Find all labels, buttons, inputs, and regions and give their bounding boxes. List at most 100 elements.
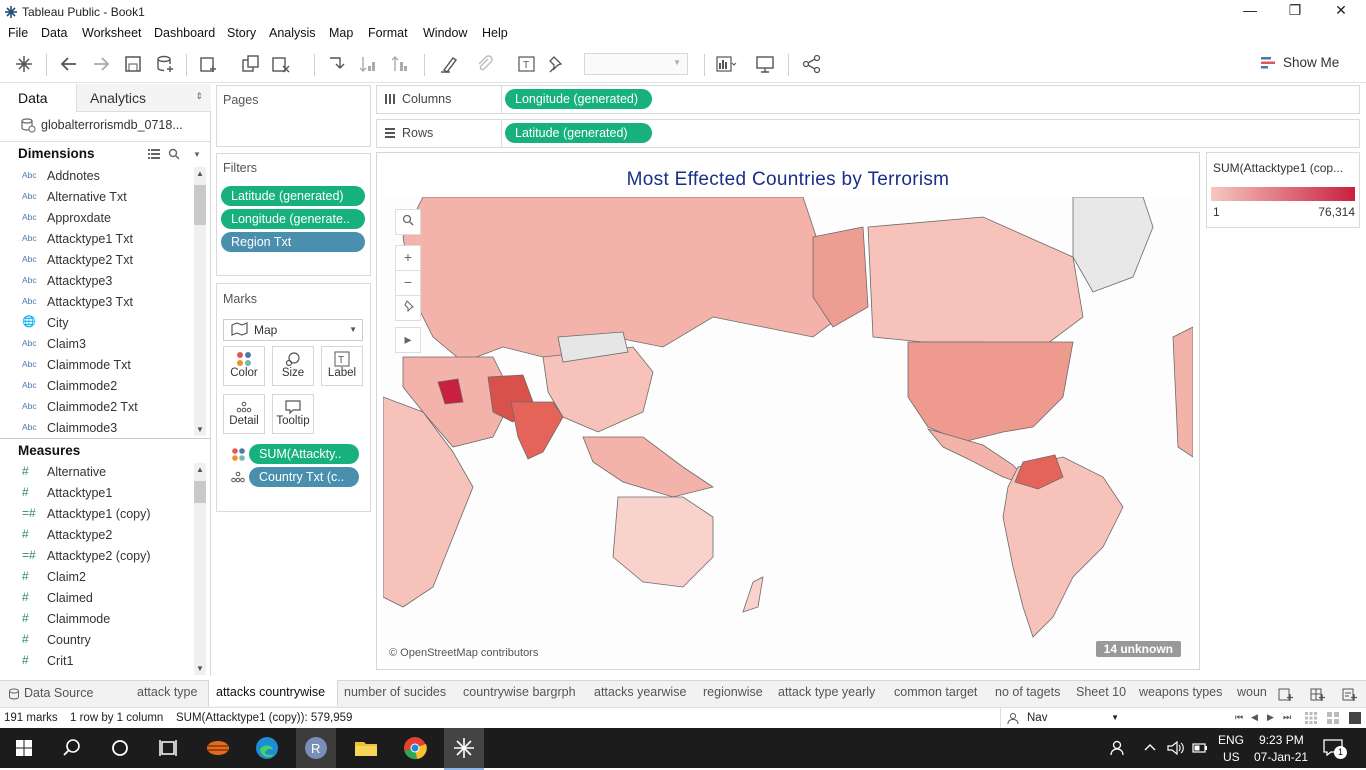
menu-data[interactable]: Data <box>41 26 67 40</box>
dimensions-scrollbar[interactable]: ▲ ▼ <box>194 167 206 436</box>
menu-worksheet[interactable]: Worksheet <box>82 26 142 40</box>
share-icon[interactable] <box>801 54 823 74</box>
first-sheet-icon[interactable]: ⏮ <box>1235 712 1243 723</box>
battery-icon[interactable] <box>1192 742 1208 754</box>
language-primary[interactable]: ENG <box>1218 733 1244 747</box>
prev-sheet-icon[interactable]: ◀ <box>1251 712 1258 723</box>
show-hidden-icons[interactable] <box>1144 742 1156 752</box>
measure-field-item[interactable]: =# Attacktype1 (copy) <box>0 505 193 526</box>
marks-pill-country[interactable]: Country Txt (c.. <box>249 467 359 487</box>
highlight-icon[interactable] <box>438 54 460 74</box>
zoom-out-button[interactable]: − <box>395 270 421 296</box>
sheet-tab-attack-type-yearly[interactable]: attack type yearly <box>778 685 875 699</box>
sheet-tab-attack-type[interactable]: attack type <box>137 685 197 699</box>
sheet-tab-countrywise-bargrph[interactable]: countrywise bargrph <box>463 685 576 699</box>
view-list-icon[interactable] <box>148 148 160 159</box>
new-worksheet-icon[interactable] <box>198 54 220 74</box>
r-app-taskbar[interactable]: R <box>296 728 336 768</box>
dimensions-menu-icon[interactable]: ▼ <box>193 150 201 159</box>
sheet-tab-number-of-sucides[interactable]: number of sucides <box>344 685 446 699</box>
new-story-tab-icon[interactable] <box>1342 686 1358 702</box>
detail-button[interactable]: Detail <box>223 394 265 434</box>
dimension-field-item[interactable]: Abc Approxdate <box>0 209 193 230</box>
new-datasource-icon[interactable] <box>154 54 176 74</box>
dimension-field-item[interactable]: Abc Claimmode Txt <box>0 356 193 377</box>
map-canvas[interactable]: + − ▸ © OpenStreetMap contributors 14 un… <box>383 197 1193 663</box>
show-tabs-icon[interactable] <box>1327 712 1339 724</box>
sheet-tab-woun[interactable]: woun <box>1237 685 1270 699</box>
sheet-tab-weapons-types[interactable]: weapons types <box>1139 685 1222 699</box>
measure-field-item[interactable]: # Claim2 <box>0 568 193 589</box>
new-worksheet-tab-icon[interactable] <box>1278 686 1294 702</box>
minimize-button[interactable]: — <box>1235 2 1265 18</box>
clear-sheet-icon[interactable] <box>270 54 292 74</box>
menu-format[interactable]: Format <box>368 26 408 40</box>
group-members-icon[interactable] <box>474 54 496 74</box>
close-button[interactable]: ✕ <box>1326 2 1356 19</box>
show-filmstrip-icon[interactable] <box>1305 712 1317 724</box>
measure-field-item[interactable]: # Attacktype2 <box>0 526 193 547</box>
sheet-tab-no-of-tagets[interactable]: no of tagets <box>995 685 1060 699</box>
fit-dropdown[interactable]: ▼ <box>584 53 688 75</box>
task-view-icon[interactable] <box>154 734 182 762</box>
tab-analytics[interactable]: Analytics ⇕ <box>76 84 211 112</box>
last-sheet-icon[interactable]: ⏭ <box>1283 712 1291 723</box>
menu-help[interactable]: Help <box>482 26 508 40</box>
save-icon[interactable] <box>122 54 144 74</box>
undo-icon[interactable] <box>58 54 80 74</box>
dimension-field-item[interactable]: Abc Attacktype3 <box>0 272 193 293</box>
size-button[interactable]: Size <box>272 346 314 386</box>
dimension-field-item[interactable]: Abc Attacktype2 Txt <box>0 251 193 272</box>
duplicate-icon[interactable] <box>240 54 262 74</box>
marks-pill-sum-attacktype[interactable]: SUM(Attackty.. <box>249 444 359 464</box>
filter-pill-longitude[interactable]: Longitude (generate.. <box>221 209 365 229</box>
sheet-tab-attacks-yearwise[interactable]: attacks yearwise <box>594 685 686 699</box>
mark-type-dropdown[interactable]: Map ▼ <box>223 319 363 341</box>
sheet-tab-regionwise[interactable]: regionwise <box>703 685 763 699</box>
sheet-tab-attacks-countrywise[interactable]: attacks countrywise <box>208 680 338 706</box>
dimension-field-item[interactable]: Abc Attacktype1 Txt <box>0 230 193 251</box>
next-sheet-icon[interactable]: ▶ <box>1267 712 1274 723</box>
windows-start-icon[interactable] <box>10 734 38 762</box>
search-icon[interactable] <box>168 148 180 160</box>
color-legend[interactable]: SUM(Attacktype1 (cop... 1 76,314 <box>1206 152 1360 228</box>
columns-shelf[interactable]: Columns Longitude (generated) <box>376 85 1360 114</box>
pin-map-button[interactable] <box>395 295 421 321</box>
measure-field-item[interactable]: # Alternative <box>0 463 193 484</box>
map-search-button[interactable] <box>395 209 421 235</box>
dimension-field-item[interactable]: Abc Attacktype3 Txt <box>0 293 193 314</box>
measure-field-item[interactable]: # Attacktype1 <box>0 484 193 505</box>
dimension-field-item[interactable]: Abc Claimmode2 Txt <box>0 398 193 419</box>
measures-scrollbar[interactable]: ▲ ▼ <box>194 463 206 675</box>
measure-field-item[interactable]: =# Attacktype2 (copy) <box>0 547 193 568</box>
sort-descending-icon[interactable] <box>390 54 412 74</box>
rows-shelf[interactable]: Rows Latitude (generated) <box>376 119 1360 148</box>
measure-field-item[interactable]: # Claimmode <box>0 610 193 631</box>
new-dashboard-tab-icon[interactable] <box>1310 686 1326 702</box>
datasource-item[interactable]: globalterrorismdb_0718... <box>0 114 210 140</box>
pages-shelf[interactable]: Pages <box>216 85 371 147</box>
dimension-field-item[interactable]: Abc Claimmode3 <box>0 419 193 440</box>
filters-shelf[interactable]: Filters Latitude (generated) Longitude (… <box>216 153 371 276</box>
fix-axes-icon[interactable] <box>546 54 568 74</box>
tableau-taskbar[interactable] <box>444 728 484 770</box>
restore-button[interactable]: ❐ <box>1280 2 1310 19</box>
sort-ascending-icon[interactable] <box>358 54 380 74</box>
dimension-field-item[interactable]: 🌐 City <box>0 314 193 335</box>
taskbar-search-icon[interactable] <box>58 734 86 762</box>
sheet-tab-sheet-10[interactable]: Sheet 10 <box>1076 685 1126 699</box>
tooltip-button[interactable]: Tooltip <box>272 394 314 434</box>
chrome-browser-icon[interactable] <box>401 734 429 762</box>
presentation-mode-icon[interactable] <box>754 54 776 74</box>
menu-analysis[interactable]: Analysis <box>269 26 316 40</box>
menu-story[interactable]: Story <box>227 26 256 40</box>
color-button[interactable]: Color <box>223 346 265 386</box>
dimension-field-item[interactable]: Abc Claimmode2 <box>0 377 193 398</box>
map-toolbar-expand-button[interactable]: ▸ <box>395 327 421 353</box>
menu-file[interactable]: File <box>8 26 28 40</box>
volume-icon[interactable] <box>1166 740 1184 756</box>
matlab-app-icon[interactable] <box>204 734 232 762</box>
file-explorer-icon[interactable] <box>352 734 380 762</box>
swap-icon[interactable] <box>326 54 348 74</box>
filter-pill-latitude[interactable]: Latitude (generated) <box>221 186 365 206</box>
